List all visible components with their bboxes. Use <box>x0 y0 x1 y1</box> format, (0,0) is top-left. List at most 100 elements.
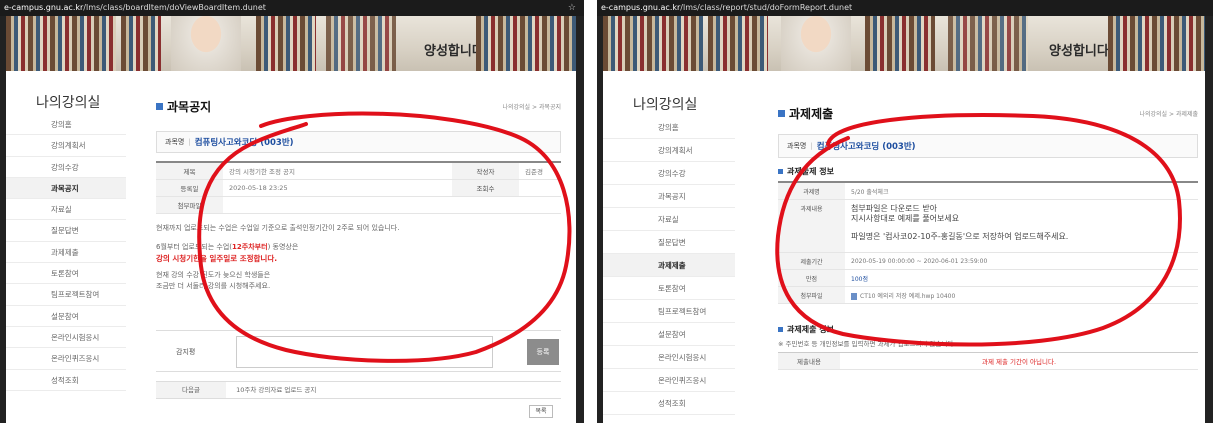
sidebar-item[interactable]: 과제제출 <box>603 254 735 277</box>
sidebar-item[interactable]: 강의수강 <box>603 162 735 185</box>
address-bar[interactable]: e-campus.gnu.ac.kr/lms/class/boardItem/d… <box>0 0 584 16</box>
attachment-link[interactable]: CT10 예외리 저장 예제.hwp 10400 <box>860 293 955 300</box>
score-label: 만점 <box>778 269 845 287</box>
attach-label: 첨부파일 <box>778 286 845 304</box>
body-line-2-end: ) 동영상은 <box>267 243 299 251</box>
sidebar-item[interactable]: 강의홈 <box>6 114 126 136</box>
course-box: 과목명 | 컴퓨팅사고와코딩 (003반) <box>778 134 1198 158</box>
assignment-info-table: 과제명 5/20 출석체크 과제내용 첨부파일은 다운로드 받아 지시사항대로 … <box>778 181 1198 304</box>
banner-slogan: 양성합니다 <box>424 44 484 59</box>
author-label: 작성자 <box>452 162 519 180</box>
sidebar-item[interactable]: 온라인시험응시 <box>603 346 735 369</box>
file-icon <box>851 292 857 300</box>
sidebar-item[interactable]: 팀프로젝트참여 <box>603 300 735 323</box>
left-screenshot: e-campus.gnu.ac.kr/lms/class/boardItem/d… <box>0 0 584 423</box>
attach-label: 첨부파일 <box>156 196 223 214</box>
main-content: 과목공지 나의강의실 > 과목공지 과목명 | 컴퓨팅사고와코딩 (003반) … <box>156 98 561 418</box>
assignment-content-label: 과제내용 <box>778 199 845 253</box>
register-button[interactable]: 등록 <box>527 339 559 365</box>
sidebar-item[interactable]: 질문답변 <box>6 220 126 242</box>
score-value: 100점 <box>845 269 1198 287</box>
url-path: /lms/class/report/stud/doFormReport.dune… <box>680 3 853 12</box>
course-name: 컴퓨팅사고와코딩 (003반) <box>194 138 294 148</box>
page-title: 과제제출 <box>789 107 834 121</box>
right-screenshot: e-campus.gnu.ac.kr/lms/class/report/stud… <box>597 0 1213 423</box>
sidebar-item[interactable]: 설문참여 <box>603 323 735 346</box>
sidebar-title: 나의강의실 <box>633 97 698 113</box>
sidebar-item[interactable]: 온라인퀴즈응시 <box>6 348 126 370</box>
sidebar-item[interactable]: 강의계획서 <box>603 139 735 162</box>
content-line-2: 지시사항대로 예제를 풀어보세요 <box>851 214 960 223</box>
post-title: 강의 시청기한 조정 공지 <box>223 162 452 180</box>
comment-label: 감지평 <box>176 348 196 356</box>
sidebar-item[interactable]: 성적조회 <box>6 370 126 391</box>
date-label: 등록일 <box>156 179 223 197</box>
comment-area: 감지평 등록 <box>156 330 561 372</box>
comment-textarea[interactable] <box>236 336 493 368</box>
privacy-note: ※ 주민번호 등 개인정보를 입력하면 과제가 업로드되지 않습니다. <box>778 340 956 348</box>
page: 양성합니다 나의강의실 강의홈 강의계획서 강의수강 과목공지 자료실 질문답변 과제제출 토… <box>6 16 576 423</box>
sidebar-item[interactable]: 과목공지 <box>6 177 126 200</box>
sidebar-item[interactable]: 자료실 <box>603 208 735 231</box>
page-title: 과목공지 <box>167 100 212 114</box>
sidebar: 나의강의실 강의홈 강의계획서 강의수강 과목공지 자료실 질문답변 과제제출 토론참여 팀프로… <box>603 94 735 415</box>
body-line-5: 조금만 더 서둘러 강의를 시청해주세요. <box>156 282 271 290</box>
url-path: /lms/class/boardItem/doViewBoardItem.dun… <box>83 3 266 12</box>
bullet-icon <box>778 169 783 174</box>
address-bar[interactable]: e-campus.gnu.ac.kr/lms/class/report/stud… <box>597 0 1213 16</box>
banner-slogan: 양성합니다 <box>1049 44 1109 59</box>
sidebar-title: 나의강의실 <box>36 95 101 111</box>
sidebar-item[interactable]: 성적조회 <box>603 392 735 415</box>
breadcrumb: 나의강의실 > 과목공지 <box>502 104 561 111</box>
browser-frame: 양성합니다 나의강의실 강의홈 강의계획서 강의수강 과목공지 자료실 질문답변 과제제출 토… <box>0 16 584 423</box>
submit-status: 과제 제출 기간이 아닙니다. <box>840 352 1198 370</box>
sidebar-item[interactable]: 온라인시험응시 <box>6 327 126 349</box>
period-label: 제출기간 <box>778 252 845 270</box>
body-line-1: 현재까지 업로드되는 수업은 수업일 기준으로 출석인정기간이 2주로 되어 있… <box>156 224 400 232</box>
title-bullet-icon <box>156 103 163 110</box>
course-box: 과목명 | 컴퓨팅사고와코딩 (003반) <box>156 131 561 153</box>
body-line-4: 현재 강의 수강 진도가 늦으신 학생들은 <box>156 271 271 279</box>
sidebar: 나의강의실 강의홈 강의계획서 강의수강 과목공지 자료실 질문답변 과제제출 토론참여 팀프로… <box>6 92 126 391</box>
course-label: 과목명 <box>787 142 807 150</box>
header-banner: 양성합니다 <box>603 16 1205 71</box>
sidebar-item[interactable]: 자료실 <box>6 199 126 221</box>
main-content: 과제제출 나의강의실 > 과제제출 과목명 | 컴퓨팅사고와코딩 (003반) … <box>778 105 1198 370</box>
period-value: 2020-05-19 00:00:00 ~ 2020-06-01 23:59:0… <box>845 252 1198 270</box>
list-button[interactable]: 목록 <box>529 405 553 418</box>
views-label: 조회수 <box>452 179 519 197</box>
header-banner: 양성합니다 <box>6 16 576 71</box>
url-host: e-campus.gnu.ac.kr <box>4 3 84 12</box>
sidebar-item[interactable]: 과제제출 <box>6 242 126 264</box>
bookmark-star-icon[interactable]: ☆ <box>568 0 576 16</box>
submit-title: 과제제출 정보 <box>787 325 834 334</box>
title-label: 제목 <box>156 162 223 180</box>
body-line-2: 6월부터 업로드되는 수업( <box>156 243 233 251</box>
bullet-icon <box>778 327 783 332</box>
assignment-name-label: 과제명 <box>778 182 845 200</box>
browser-frame: 양성합니다 나의강의실 강의홈 강의계획서 강의수강 과목공지 자료실 질문답변 과제제출 토… <box>597 16 1213 423</box>
sidebar-item[interactable]: 온라인퀴즈응시 <box>603 369 735 392</box>
sidebar-item[interactable]: 과목공지 <box>603 185 735 208</box>
sidebar-item[interactable]: 강의수강 <box>6 157 126 178</box>
course-name: 컴퓨팅사고와코딩 (003반) <box>816 142 916 152</box>
sidebar-item[interactable]: 토론참여 <box>6 263 126 285</box>
submit-table: 제출내용 과제 제출 기간이 아닙니다. <box>778 352 1198 370</box>
next-label: 다음글 <box>156 382 226 398</box>
assignment-name: 5/20 출석체크 <box>845 182 1198 200</box>
sidebar-item[interactable]: 토론참여 <box>603 277 735 300</box>
content-line-3: 파일명은 '컴사코02-10주-홍길동'으로 저장하여 업로드해주세요. <box>851 232 1069 241</box>
sidebar-item[interactable]: 질문답변 <box>603 231 735 254</box>
post-body: 현재까지 업로드되는 수업은 수업일 기준으로 출석인정기간이 2주로 되어 있… <box>156 223 561 292</box>
sidebar-item[interactable]: 팀프로젝트참여 <box>6 284 126 306</box>
title-bullet-icon <box>778 110 785 117</box>
sidebar-item[interactable]: 강의홈 <box>603 116 735 139</box>
sidebar-item[interactable]: 강의계획서 <box>6 135 126 157</box>
next-post-row[interactable]: 다음글 10주차 강의자료 업로드 공지 <box>156 381 561 399</box>
breadcrumb: 나의강의실 > 과제제출 <box>1139 111 1198 118</box>
post-info-table: 제목 강의 시청기한 조정 공지 작성자 김준경 등록일 2020-05-18 … <box>156 161 561 214</box>
next-title: 10주차 강의자료 업로드 공지 <box>236 386 317 394</box>
submit-label: 제출내용 <box>778 352 840 370</box>
post-author: 김준경 <box>519 162 561 180</box>
sidebar-item[interactable]: 설문참여 <box>6 306 126 327</box>
